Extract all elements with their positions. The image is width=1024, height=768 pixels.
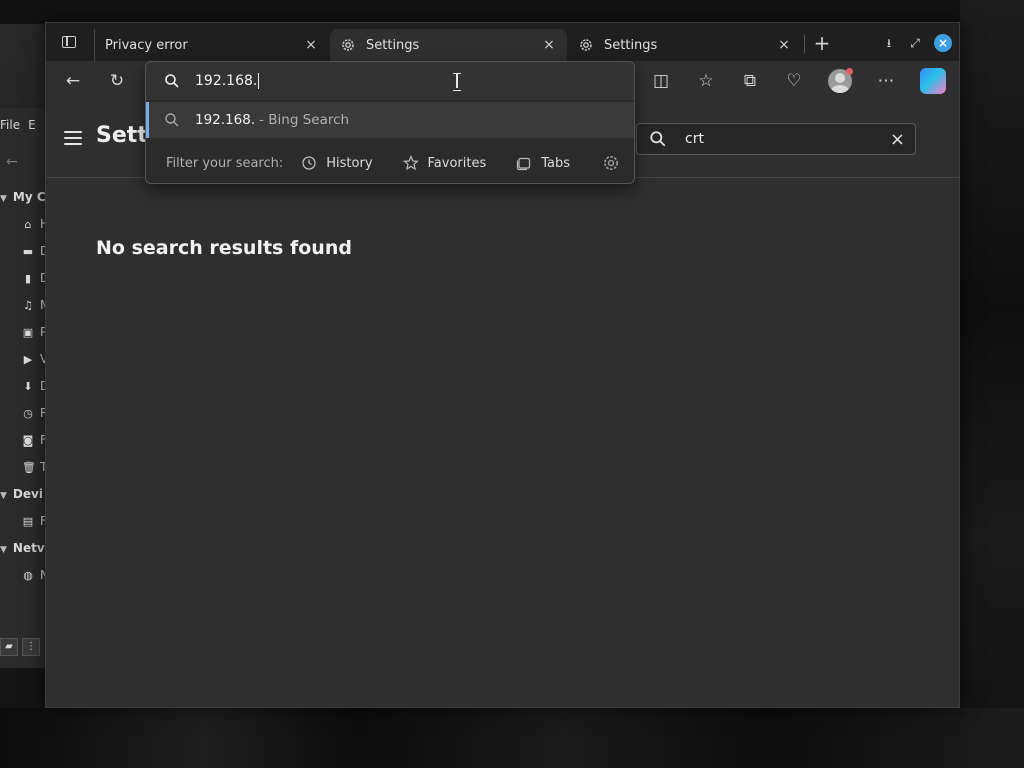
sidebar-section-devices[interactable]: ▼ Devi [0, 487, 43, 501]
desktop-shard [960, 0, 1024, 768]
sidebar-item-videos[interactable]: ▶V [22, 352, 45, 366]
sidebar-item-music[interactable]: ♫M [22, 298, 45, 312]
filter-history[interactable]: History [301, 155, 373, 171]
file-manager-menubar: File E [0, 118, 44, 132]
tab-settings-active[interactable]: Settings × [330, 29, 567, 61]
settings-page: Settings crt × No search results found [46, 101, 959, 707]
split-screen-icon[interactable]: ◫ [649, 69, 673, 93]
address-bar-dropdown: 192.168. 192.168. - Bing Search Filter y… [145, 61, 635, 184]
collapse-triangle-icon: ▼ [0, 491, 7, 501]
close-tab-icon[interactable]: × [776, 37, 792, 53]
suggestion-query: 192.168. [195, 112, 256, 128]
sidebar-item-recent[interactable]: ◷R [22, 406, 45, 420]
tab-actions-icon[interactable] [60, 33, 78, 51]
file-manager-bottom-bar: ▰ ⋮ [0, 638, 40, 656]
tab-title: Settings [366, 37, 420, 53]
desktop-icon: ▬ [22, 245, 34, 258]
sidebar-item-home[interactable]: ⌂H [22, 217, 46, 231]
menu-edit[interactable]: E [28, 118, 36, 132]
sidebar-item-pictures[interactable]: ▣P [22, 325, 45, 339]
tab-strip: Privacy error × Settings × Settings × + … [46, 23, 959, 61]
more-icon[interactable]: ⋯ [874, 69, 898, 93]
settings-search-field[interactable]: crt × [636, 123, 916, 155]
close-tab-icon[interactable]: × [541, 37, 557, 53]
favorites-icon[interactable]: ☆ [694, 69, 718, 93]
search-icon [650, 131, 666, 147]
browser-essentials-icon[interactable]: ♡ [782, 69, 806, 93]
tab-title: Settings [604, 37, 658, 53]
search-icon [165, 113, 179, 127]
gear-icon [342, 39, 354, 51]
gear-icon [580, 39, 592, 51]
download-icon: ⬇ [23, 380, 33, 393]
collections-icon[interactable]: ⧉ [738, 69, 762, 93]
desktop-shard [0, 708, 1024, 768]
address-bar[interactable]: 192.168. [146, 62, 634, 100]
star-icon [402, 155, 419, 171]
filter-tabs[interactable]: Tabs [516, 155, 570, 171]
search-icon [165, 74, 179, 88]
no-results-message: No search results found [96, 237, 352, 259]
globe-icon: ◍ [23, 569, 33, 582]
drive-icon: ◙ [22, 434, 34, 447]
search-filter-bar: Filter your search: History Favorites Ta… [146, 146, 634, 180]
filter-favorites[interactable]: Favorites [402, 155, 486, 171]
sidebar-item-documents[interactable]: ▮D [22, 271, 45, 285]
refresh-icon[interactable]: ↻ [105, 69, 129, 93]
gear-icon[interactable] [602, 154, 620, 172]
maximize-icon[interactable]: ⤢ [906, 34, 924, 52]
sidebar-item-network[interactable]: ◍N [22, 568, 45, 582]
sidebar-item-desktop[interactable]: ▬D [22, 244, 45, 258]
tab-settings[interactable]: Settings × [568, 29, 802, 61]
document-icon: ▮ [24, 272, 32, 285]
hamburger-menu-icon[interactable] [64, 131, 82, 145]
back-arrow-icon[interactable]: ← [6, 154, 18, 170]
video-icon: ▶ [23, 353, 33, 366]
tab-privacy-error[interactable]: Privacy error × [94, 29, 329, 61]
text-cursor-icon [453, 73, 461, 91]
minimize-icon[interactable]: ⭳ [880, 34, 898, 52]
tab-title: Privacy error [105, 37, 188, 53]
tree-toggle-button[interactable]: ⋮ [22, 638, 40, 656]
file-manager-window: FileE ← ▼My C ⌂H ▬D ▮D ♫M ▣P ▶V ⬇D ◷R ◙F… [0, 108, 46, 668]
suggestion-source: - Bing Search [259, 112, 350, 128]
filter-label: Filter your search: [166, 155, 284, 171]
picture-icon: ▣ [22, 326, 34, 339]
browser-window: Privacy error × Settings × Settings × + … [45, 22, 960, 708]
tab-separator [804, 35, 805, 53]
sidebar-item-downloads[interactable]: ⬇D [22, 379, 45, 393]
settings-search-value[interactable]: crt [685, 131, 890, 147]
collapse-triangle-icon: ▼ [0, 194, 7, 204]
sidebar-section-network[interactable]: ▼ Netv [0, 541, 45, 555]
clear-search-icon[interactable]: × [890, 129, 905, 150]
desktop-shard [0, 0, 1024, 24]
home-icon: ⌂ [24, 218, 32, 231]
profile-notification-badge [846, 68, 853, 75]
music-icon: ♫ [23, 299, 33, 312]
copilot-icon[interactable] [920, 68, 946, 94]
window-close-button[interactable]: × [934, 34, 952, 52]
sidebar-section-my-computer[interactable]: ▼ My C [0, 190, 45, 204]
new-tab-button[interactable]: + [812, 33, 832, 53]
collapse-triangle-icon: ▼ [0, 545, 7, 555]
trash-icon: 🗑 [22, 461, 36, 474]
address-input-value[interactable]: 192.168. [195, 73, 260, 89]
sidebar-item-trash[interactable]: 🗑T [22, 460, 45, 474]
clock-icon: ◷ [23, 407, 33, 420]
sidebar-item-filesystem[interactable]: ◙F [22, 433, 45, 447]
back-arrow-icon[interactable]: ← [61, 69, 85, 93]
places-toggle-button[interactable]: ▰ [0, 638, 18, 656]
history-icon [302, 156, 316, 170]
search-suggestion[interactable]: 192.168. - Bing Search [146, 102, 634, 138]
close-tab-icon[interactable]: × [303, 37, 319, 53]
menu-file[interactable]: File [0, 118, 20, 132]
floppy-disk-icon: ▤ [22, 515, 34, 528]
sidebar-item-device[interactable]: ▤F [22, 514, 45, 528]
tabs-icon [517, 157, 531, 171]
